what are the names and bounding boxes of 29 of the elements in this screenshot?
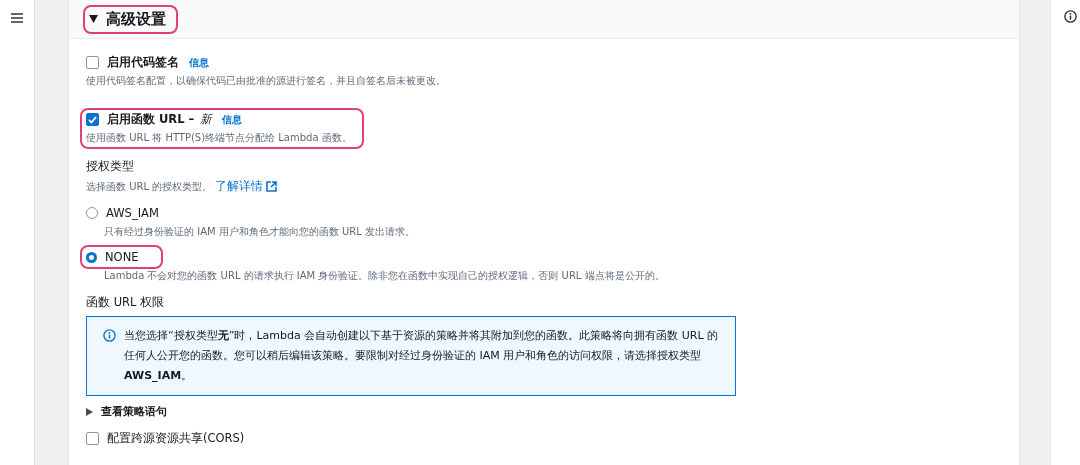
alert-text: 当您选择“授权类型无”时，Lambda 会自动创建以下基于资源的策略并将其附加到您的函数。此策略将向拥有函数 URL 的任何人公开您的函数。您可以稍后编辑该策略。要限制对经过身份验证的 IAM 用户和角色的访问权限，请选择授权类型 AWS_IAM。 [124,328,719,384]
field-label: 授权类型 [86,159,135,174]
policy-toggle[interactable]: 查看策略语句 [86,404,167,419]
field-label: 函数 URL 权限 [86,295,166,310]
new-label: 新 [200,112,213,127]
caret-right-icon [86,407,93,416]
info-icon[interactable] [1064,10,1077,23]
section-toggle[interactable]: 高级设置 [83,4,178,34]
info-link[interactable]: 信息 [222,112,243,127]
radio-button[interactable] [86,251,97,263]
description-text: 使用代码签名配置，以确保代码已由批准的源进行签名，并且自签名后未被更改。 [86,74,446,88]
description-text: Lambda 不会对您的函数 URL 的请求执行 IAM 身份验证。除非您在函数中实现自己的授权逻辑，否则 URL 端点将是公开的。 [104,269,666,283]
learn-more-link[interactable]: 了解详情 [215,178,264,195]
checkbox[interactable] [86,432,99,445]
checkbox[interactable] [86,56,99,69]
description-text: 使用函数 URL 将 HTTP(S)终端节点分配给 Lambda 函数。 [86,131,352,145]
checkbox[interactable] [86,113,99,126]
external-link-icon [266,181,278,192]
caret-down-icon [89,15,98,23]
info-icon [103,329,116,342]
checkbox-label: 启用代码签名 [107,55,179,70]
checkbox-label: 配置跨源资源共享(CORS) [107,431,245,446]
radio-label: NONE [105,250,139,264]
menu-icon[interactable] [11,13,23,23]
checkbox-label: 启用函数 URL – [107,112,195,127]
radio-label: AWS_IAM [106,206,159,220]
info-link[interactable]: 信息 [189,55,209,70]
description-text: 选择函数 URL 的授权类型。 [86,179,213,194]
description-text: 只有经过身份验证的 IAM 用户和角色才能向您的函数 URL 发出请求。 [104,225,416,239]
